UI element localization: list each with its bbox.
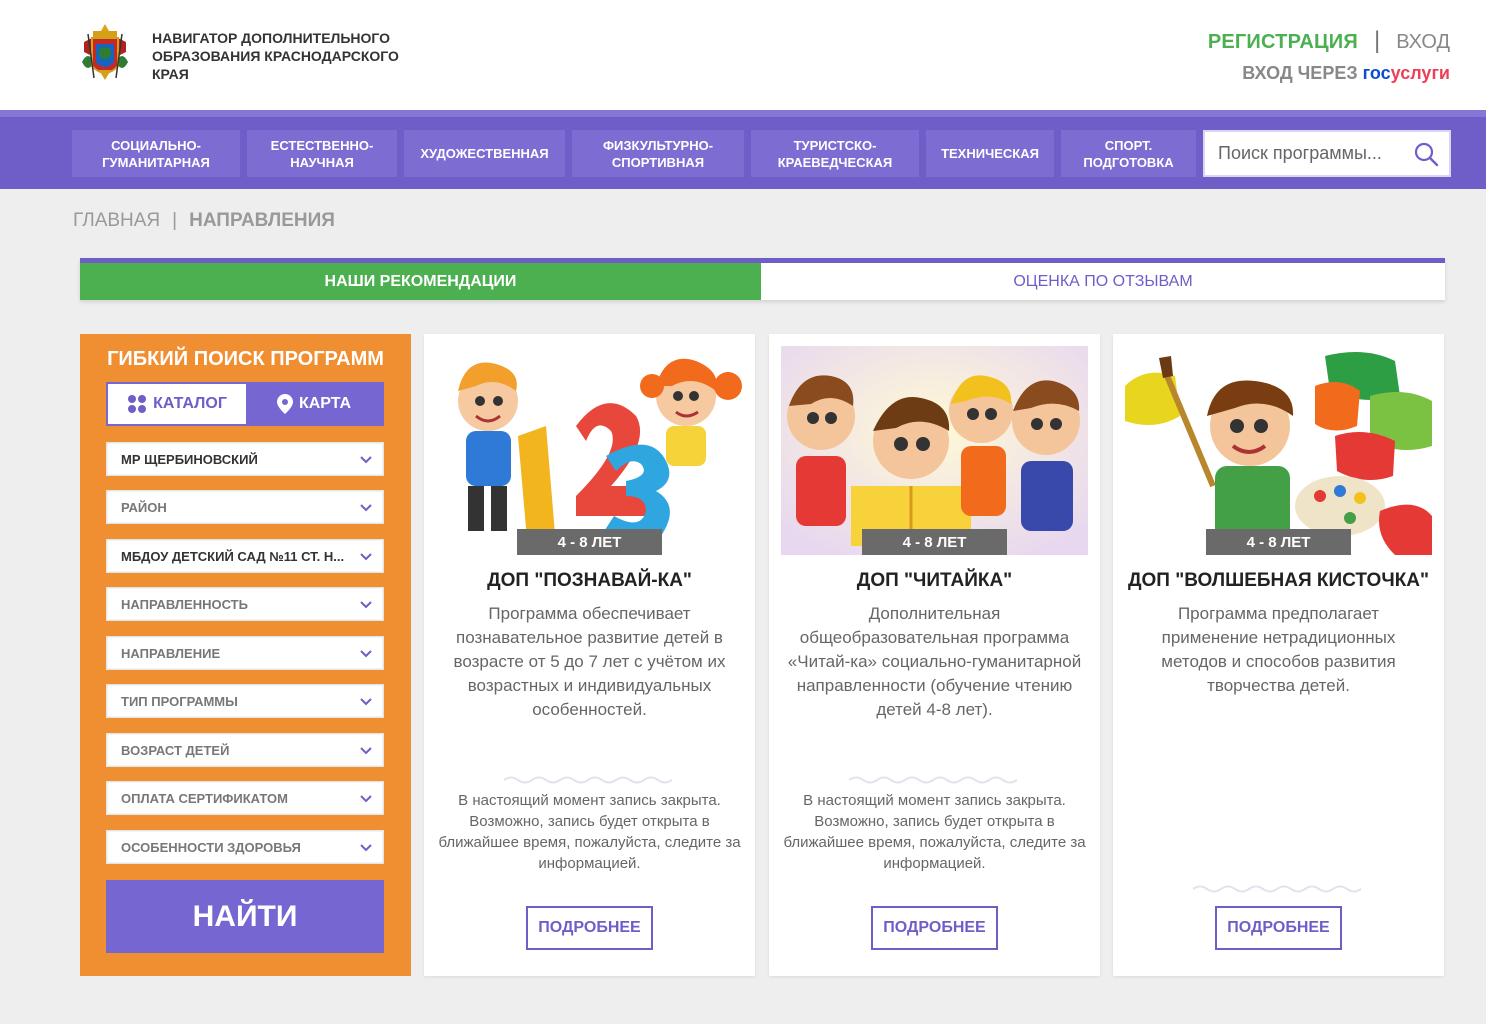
select-placeholder: ТИП ПРОГРАММЫ	[121, 693, 238, 709]
program-card: 4 - 8 ЛЕТ ДОП "ПОЗНАВАЙ-КА" Программа об…	[424, 334, 755, 976]
nav-label: ЕСТЕСТВЕННО-НАУЧНАЯ	[270, 137, 374, 170]
nav-label: ХУДОЖЕСТВЕННАЯ	[420, 146, 549, 161]
select-value: МР ЩЕРБИНОВСКИЙ	[121, 451, 258, 467]
select-value: МБДОУ ДЕТСКИЙ САД №11 СТ. Н...	[121, 548, 345, 564]
breadcrumb-current: НАПРАВЛЕНИЯ	[189, 210, 335, 231]
more-button[interactable]: ПОДРОБНЕЕ	[1215, 906, 1342, 950]
breadcrumb-home[interactable]: ГЛАВНАЯ	[73, 210, 160, 231]
select-organization[interactable]: МБДОУ ДЕТСКИЙ САД №11 СТ. Н...	[106, 539, 384, 573]
chevron-down-icon	[360, 456, 372, 464]
login-link[interactable]: ВХОД	[1396, 31, 1450, 53]
select-certificate-payment[interactable]: ОПЛАТА СЕРТИФИКАТОМ	[106, 781, 384, 815]
select-placeholder: РАЙОН	[121, 499, 167, 515]
recommendation-tabs: НАШИ РЕКОМЕНДАЦИИ ОЦЕНКА ПО ОТЗЫВАМ	[80, 258, 1445, 300]
nav-item-technical[interactable]: ТЕХНИЧЕСКАЯ	[926, 130, 1054, 177]
select-program-type[interactable]: ТИП ПРОГРАММЫ	[106, 684, 384, 718]
grid-dots-icon	[128, 395, 147, 413]
search-icon[interactable]	[1413, 141, 1439, 167]
find-button[interactable]: НАЙТИ	[106, 880, 384, 953]
map-toggle-button[interactable]: КАРТА	[246, 384, 382, 424]
nav-label: ТЕХНИЧЕСКАЯ	[941, 146, 1039, 161]
chevron-down-icon	[360, 650, 372, 658]
card-status: В настоящий момент запись закрыта. Возмо…	[438, 792, 741, 872]
nav-item-tourism[interactable]: ТУРИСТСКО-КРАЕВЕДЧЕСКАЯ	[751, 130, 919, 177]
select-placeholder: ОПЛАТА СЕРТИФИКАТОМ	[121, 790, 288, 806]
map-pin-icon	[276, 394, 293, 414]
nav-label: СПОРТ. ПОДГОТОВКА	[1083, 137, 1174, 170]
auth-separator: |	[1373, 27, 1381, 54]
gosuslugi-login-link[interactable]: ВХОД ЧЕРЕЗ госуслуги	[1208, 63, 1450, 84]
card-title[interactable]: ДОП "ВОЛШЕБНАЯ КИСТОЧКА"	[1113, 570, 1444, 592]
nav-item-sport-training[interactable]: СПОРТ. ПОДГОТОВКА	[1061, 130, 1196, 177]
card-description: Программа предполагает применение нетрад…	[1161, 604, 1396, 695]
site-title[interactable]: НАВИГАТОР ДОПОЛНИТЕЛЬНОГО ОБРАЗОВАНИЯ КР…	[152, 29, 422, 83]
nav-label: СОЦИАЛЬНО-ГУМАНИТАРНАЯ	[102, 137, 210, 170]
nav-item-natural-science[interactable]: ЕСТЕСТВЕННО-НАУЧНАЯ	[247, 130, 397, 177]
nav-label: ФИЗКУЛЬТУРНО-СПОРТИВНАЯ	[602, 137, 714, 170]
gosuslugi-prefix: ВХОД ЧЕРЕЗ	[1242, 63, 1358, 83]
select-placeholder: НАПРАВЛЕННОСТЬ	[121, 596, 248, 612]
filter-panel: ГИБКИЙ ПОИСК ПРОГРАММ КАТАЛОГ КАРТА МР Щ…	[80, 334, 411, 976]
gosuslugi-logo-uslugi: услуги	[1390, 63, 1450, 83]
age-badge: 4 - 8 ЛЕТ	[1206, 529, 1351, 555]
program-image-paintbrush-boy[interactable]	[1125, 346, 1432, 555]
select-placeholder: ВОЗРАСТ ДЕТЕЙ	[121, 742, 230, 758]
register-link[interactable]: РЕГИСТРАЦИЯ	[1208, 31, 1358, 53]
catalog-label: КАТАЛОГ	[153, 395, 227, 412]
wave-divider	[504, 776, 673, 784]
select-orientation[interactable]: НАПРАВЛЕННОСТЬ	[106, 587, 384, 621]
age-badge: 4 - 8 ЛЕТ	[862, 529, 1007, 555]
search-box	[1203, 130, 1451, 177]
program-image-numbers-kids[interactable]	[436, 346, 743, 555]
program-card: 4 - 8 ЛЕТ ДОП "ЧИТАЙКА" Дополнительная о…	[769, 334, 1100, 976]
nav-item-art[interactable]: ХУДОЖЕСТВЕННАЯ	[404, 130, 565, 177]
card-title[interactable]: ДОП "ПОЗНАВАЙ-КА"	[424, 570, 755, 592]
chevron-down-icon	[360, 553, 372, 561]
select-health-features[interactable]: ОСОБЕННОСТИ ЗДОРОВЬЯ	[106, 830, 384, 864]
chevron-down-icon	[360, 844, 372, 852]
search-input[interactable]	[1218, 143, 1408, 164]
krasnodar-coat-of-arms-logo[interactable]	[78, 22, 132, 86]
site-header: НАВИГАТОР ДОПОЛНИТЕЛЬНОГО ОБРАЗОВАНИЯ КР…	[0, 0, 1486, 110]
select-municipality[interactable]: МР ЩЕРБИНОВСКИЙ	[106, 442, 384, 476]
nav-item-sport[interactable]: ФИЗКУЛЬТУРНО-СПОРТИВНАЯ	[572, 130, 744, 177]
chevron-down-icon	[360, 698, 372, 706]
filter-title: ГИБКИЙ ПОИСК ПРОГРАММ	[107, 348, 384, 370]
catalog-toggle-button[interactable]: КАТАЛОГ	[108, 384, 246, 424]
map-label: КАРТА	[298, 395, 352, 412]
breadcrumb: ГЛАВНАЯ | НАПРАВЛЕНИЯ	[73, 210, 335, 232]
more-button[interactable]: ПОДРОБНЕЕ	[871, 906, 998, 950]
select-district[interactable]: РАЙОН	[106, 490, 384, 524]
card-title[interactable]: ДОП "ЧИТАЙКА"	[769, 570, 1100, 592]
select-placeholder: ОСОБЕННОСТИ ЗДОРОВЬЯ	[121, 839, 301, 855]
select-direction[interactable]: НАПРАВЛЕНИЕ	[106, 636, 384, 670]
chevron-down-icon	[360, 747, 372, 755]
tab-our-recommendations[interactable]: НАШИ РЕКОМЕНДАЦИИ	[80, 263, 761, 300]
breadcrumb-separator: |	[172, 210, 178, 231]
card-status: В настоящий момент запись закрыта. Возмо…	[783, 792, 1086, 872]
category-nav: СОЦИАЛЬНО-ГУМАНИТАРНАЯ ЕСТЕСТВЕННО-НАУЧН…	[0, 110, 1486, 189]
wave-divider	[849, 776, 1018, 784]
nav-label: ТУРИСТСКО-КРАЕВЕДЧЕСКАЯ	[777, 137, 893, 170]
select-child-age[interactable]: ВОЗРАСТ ДЕТЕЙ	[106, 733, 384, 767]
tab-review-rating[interactable]: ОЦЕНКА ПО ОТЗЫВАМ	[761, 263, 1445, 300]
chevron-down-icon	[360, 795, 372, 803]
chevron-down-icon	[360, 601, 372, 609]
age-badge: 4 - 8 ЛЕТ	[517, 529, 662, 555]
auth-block: РЕГИСТРАЦИЯ | ВХОД ВХОД ЧЕРЕЗ госуслуги	[1208, 28, 1450, 84]
nav-item-social[interactable]: СОЦИАЛЬНО-ГУМАНИТАРНАЯ	[72, 130, 240, 177]
select-placeholder: НАПРАВЛЕНИЕ	[121, 645, 221, 661]
more-button[interactable]: ПОДРОБНЕЕ	[526, 906, 653, 950]
program-image-reading-kids[interactable]	[781, 346, 1088, 555]
card-description: Программа обеспечивает познавательное ра…	[453, 604, 726, 719]
card-description: Дополнительная общеобразовательная прогр…	[787, 604, 1082, 719]
view-toggle: КАТАЛОГ КАРТА	[106, 382, 384, 426]
program-card: 4 - 8 ЛЕТ ДОП "ВОЛШЕБНАЯ КИСТОЧКА" Прогр…	[1113, 334, 1444, 976]
gosuslugi-logo-gos: гос	[1362, 63, 1391, 83]
wave-divider	[1193, 885, 1362, 893]
chevron-down-icon	[360, 504, 372, 512]
